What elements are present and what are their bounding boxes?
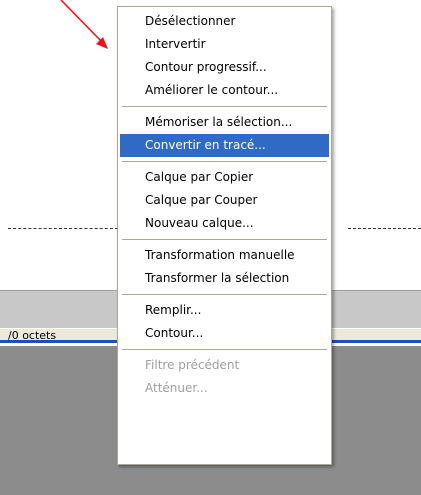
menu-separator — [120, 157, 329, 166]
menu-item-convertir-en-trace[interactable]: Convertir en tracé... — [120, 134, 329, 157]
document-size-text: /0 octets — [8, 329, 57, 342]
menu-separator — [120, 235, 329, 244]
menu-item-deselectionner[interactable]: Désélectionner — [120, 10, 329, 33]
menu-item-attenuer: Atténuer... — [145, 381, 208, 395]
menu-item-ameliorer-le-contour[interactable]: Améliorer le contour... — [120, 79, 329, 102]
menu-item-contour-progressif[interactable]: Contour progressif... — [120, 56, 329, 79]
menu-item-calque-par-couper[interactable]: Calque par Couper — [120, 189, 329, 212]
menu-separator — [120, 345, 329, 354]
menu-separator — [120, 290, 329, 299]
selection-marquee-right — [348, 228, 421, 229]
menu-item-contour[interactable]: Contour... — [120, 322, 329, 345]
menu-item-transformer-la-selection[interactable]: Transformer la sélection — [120, 267, 329, 290]
menu-item-transformation-manuelle[interactable]: Transformation manuelle — [120, 244, 329, 267]
menu-item-nouveau-calque[interactable]: Nouveau calque... — [120, 212, 329, 235]
menu-item-memoriser-la-selection[interactable]: Mémoriser la sélection... — [120, 111, 329, 134]
menu-item-intervertir[interactable]: Intervertir — [120, 33, 329, 56]
menu-item-filtre-precedent: Filtre précédent — [145, 358, 240, 372]
menu-item-remplir[interactable]: Remplir... — [120, 299, 329, 322]
selection-context-menu: Désélectionner Intervertir Contour progres… — [117, 6, 332, 465]
selection-marquee-left — [8, 228, 118, 229]
menu-item-calque-par-copier[interactable]: Calque par Copier — [120, 166, 329, 189]
menu-separator — [120, 102, 329, 111]
red-arrow-icon — [60, 0, 108, 49]
